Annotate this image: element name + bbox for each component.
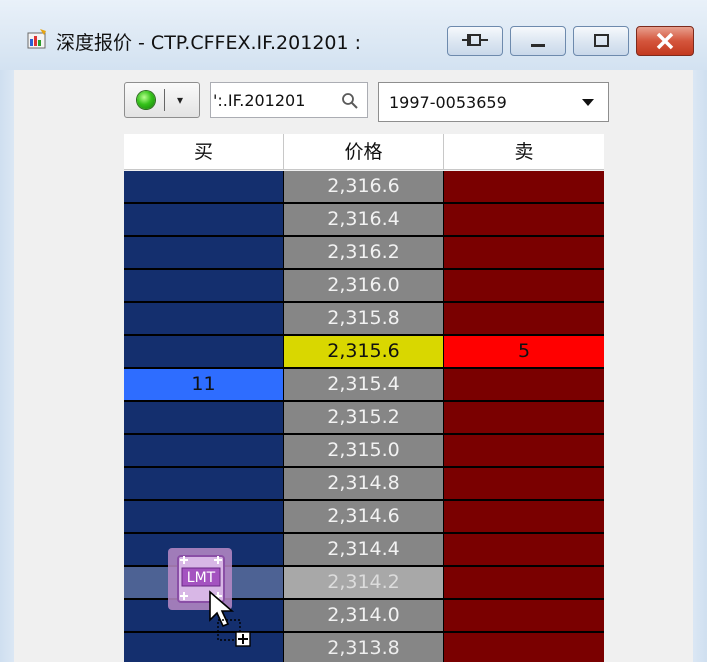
status-dropdown-arrow-icon[interactable]: ▾ bbox=[177, 93, 183, 107]
ask-cell[interactable] bbox=[444, 501, 604, 534]
bid-cell[interactable] bbox=[124, 204, 284, 237]
price-cell: 2,316.4 bbox=[284, 204, 444, 237]
symbol-search-value: ':.IF.201201 bbox=[213, 91, 306, 110]
minimize-icon bbox=[531, 44, 545, 47]
bid-cell[interactable] bbox=[124, 402, 284, 435]
depth-quote-window: 深度报价 - CTP.CFFEX.IF.201201 : ▾ ':.IF.201… bbox=[0, 0, 707, 662]
ask-cell[interactable] bbox=[444, 567, 604, 600]
split-divider bbox=[164, 89, 165, 111]
bid-cell[interactable] bbox=[124, 501, 284, 534]
pin-icon bbox=[462, 34, 488, 46]
best-ask-cell[interactable]: 5 bbox=[444, 336, 604, 369]
ask-cell[interactable] bbox=[444, 402, 604, 435]
bid-cell[interactable] bbox=[124, 270, 284, 303]
chevron-down-icon bbox=[582, 99, 594, 106]
bid-cell[interactable] bbox=[124, 171, 284, 204]
bid-cell[interactable] bbox=[124, 336, 284, 369]
price-cell: 2,315.4 bbox=[284, 369, 444, 402]
bid-cell[interactable] bbox=[124, 468, 284, 501]
limit-order-label: LMT bbox=[187, 570, 216, 586]
ask-cell[interactable] bbox=[444, 468, 604, 501]
ask-cell[interactable] bbox=[444, 204, 604, 237]
search-icon[interactable] bbox=[341, 92, 359, 110]
window-frame-left bbox=[0, 70, 14, 662]
ask-cell[interactable] bbox=[444, 171, 604, 204]
price-cell: 2,316.2 bbox=[284, 237, 444, 270]
close-button[interactable] bbox=[636, 26, 694, 56]
connection-led-icon bbox=[137, 91, 155, 109]
maximize-icon bbox=[594, 34, 609, 47]
bid-cell[interactable] bbox=[124, 237, 284, 270]
account-select-value: 1997-0053659 bbox=[389, 93, 507, 112]
ask-cell[interactable] bbox=[444, 534, 604, 567]
price-cell: 2,315.0 bbox=[284, 435, 444, 468]
price-cell: 2,315.2 bbox=[284, 402, 444, 435]
close-icon bbox=[656, 32, 674, 50]
ask-cell[interactable] bbox=[444, 633, 604, 662]
last-price-cell: 2,315.6 bbox=[284, 336, 444, 369]
ask-column-header[interactable]: 卖 bbox=[444, 134, 604, 170]
window-title: 深度报价 - CTP.CFFEX.IF.201201 : bbox=[56, 32, 362, 54]
best-bid-cell[interactable]: 11 bbox=[124, 369, 284, 402]
connection-status-button[interactable]: ▾ bbox=[124, 82, 200, 118]
price-cell: 2,314.4 bbox=[284, 534, 444, 567]
ask-cell[interactable] bbox=[444, 369, 604, 402]
price-cell-hover: 2,314.2 bbox=[284, 567, 444, 600]
ask-cell[interactable] bbox=[444, 435, 604, 468]
ask-cell[interactable] bbox=[444, 270, 604, 303]
price-cell: 2,314.0 bbox=[284, 600, 444, 633]
price-cell: 2,314.8 bbox=[284, 468, 444, 501]
ask-cell[interactable] bbox=[444, 600, 604, 633]
bid-cell[interactable] bbox=[124, 435, 284, 468]
maximize-button[interactable] bbox=[573, 26, 629, 56]
window-app-icon bbox=[27, 29, 46, 49]
title-bar[interactable]: 深度报价 - CTP.CFFEX.IF.201201 : bbox=[0, 0, 707, 70]
ask-cell[interactable] bbox=[444, 303, 604, 336]
bid-cell[interactable] bbox=[124, 303, 284, 336]
symbol-search-input[interactable]: ':.IF.201201 bbox=[210, 82, 368, 118]
bid-cell[interactable] bbox=[124, 633, 284, 662]
price-cell: 2,316.6 bbox=[284, 171, 444, 204]
price-column-header[interactable]: 价格 bbox=[284, 134, 444, 170]
price-cell: 2,314.6 bbox=[284, 501, 444, 534]
drag-copy-cursor-icon bbox=[209, 590, 251, 647]
account-select[interactable]: 1997-0053659 bbox=[378, 82, 609, 122]
ask-cell[interactable] bbox=[444, 237, 604, 270]
window-frame-right bbox=[693, 70, 707, 662]
price-cell: 2,316.0 bbox=[284, 270, 444, 303]
price-cell: 2,313.8 bbox=[284, 633, 444, 662]
minimize-button[interactable] bbox=[510, 26, 566, 56]
pin-button[interactable] bbox=[447, 26, 503, 56]
bid-column-header[interactable]: 买 bbox=[124, 134, 284, 170]
price-cell: 2,315.8 bbox=[284, 303, 444, 336]
